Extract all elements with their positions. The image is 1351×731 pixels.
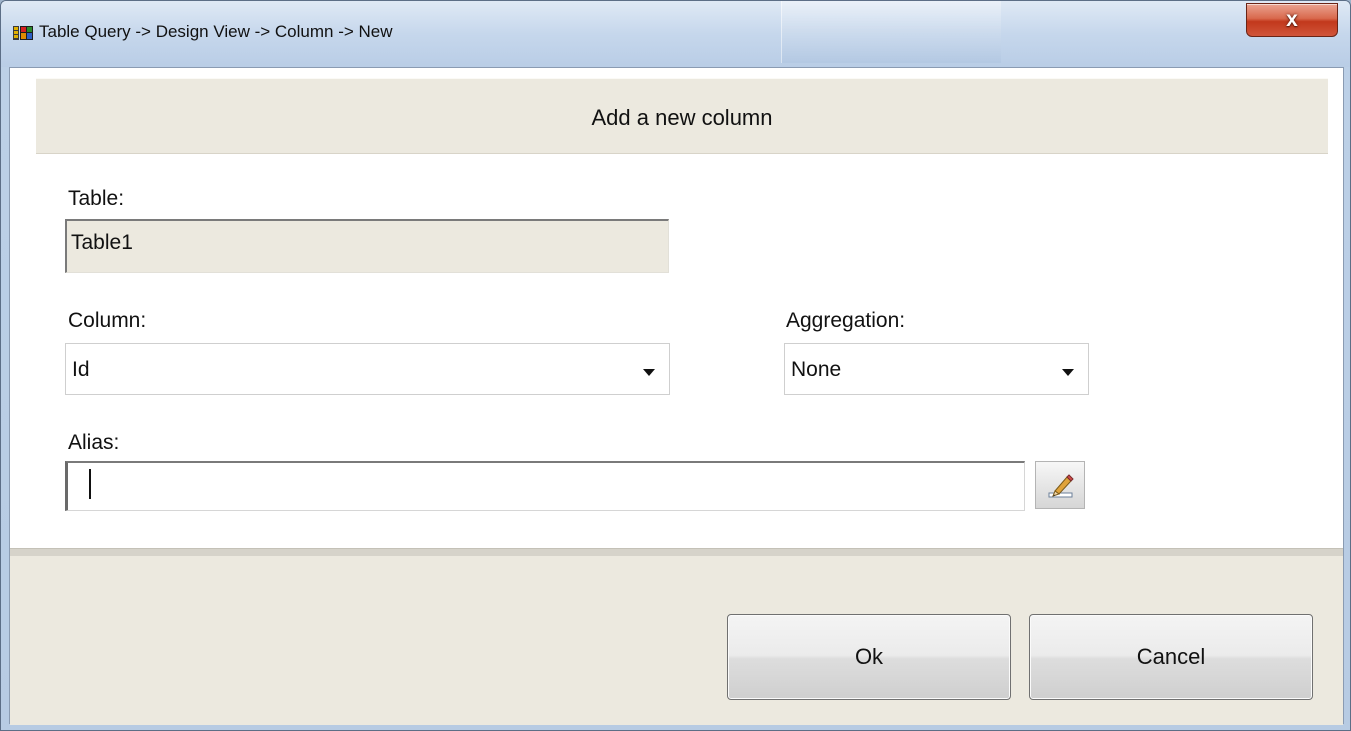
footer-divider <box>10 548 1343 556</box>
column-select[interactable]: Id <box>65 343 670 395</box>
column-select-value: Id <box>72 358 90 381</box>
chevron-down-icon[interactable] <box>643 369 655 376</box>
table-field: Table1 <box>65 219 669 273</box>
title-bar[interactable]: Table Query -> Design View -> Column -> … <box>1 1 1350 67</box>
column-label: Column: <box>68 309 147 332</box>
alias-input[interactable] <box>65 461 1025 511</box>
text-cursor <box>89 469 91 499</box>
alias-label: Alias: <box>68 431 120 454</box>
ok-button[interactable]: Ok <box>727 614 1011 700</box>
table-label: Table: <box>68 187 125 210</box>
dialog-header: Add a new column <box>36 78 1328 154</box>
aggregation-select[interactable]: None <box>784 343 1089 395</box>
background-window-ghost <box>781 1 1001 63</box>
alias-edit-button[interactable] <box>1035 461 1085 509</box>
pencil-icon <box>1048 474 1074 498</box>
cancel-button[interactable]: Cancel <box>1029 614 1313 700</box>
dialog-window: Table Query -> Design View -> Column -> … <box>0 0 1351 731</box>
window-title: Table Query -> Design View -> Column -> … <box>39 22 393 41</box>
dialog-client-area: Add a new column Table: Table1 Column: I… <box>9 67 1344 725</box>
dialog-footer: Ok Cancel <box>10 556 1343 725</box>
aggregation-label: Aggregation: <box>786 309 906 332</box>
chevron-down-icon[interactable] <box>1062 369 1074 376</box>
close-button[interactable]: x <box>1246 3 1338 37</box>
close-icon: x <box>1286 8 1298 31</box>
table-query-icon <box>13 25 33 41</box>
aggregation-select-value: None <box>791 358 842 381</box>
dialog-heading: Add a new column <box>591 105 773 130</box>
